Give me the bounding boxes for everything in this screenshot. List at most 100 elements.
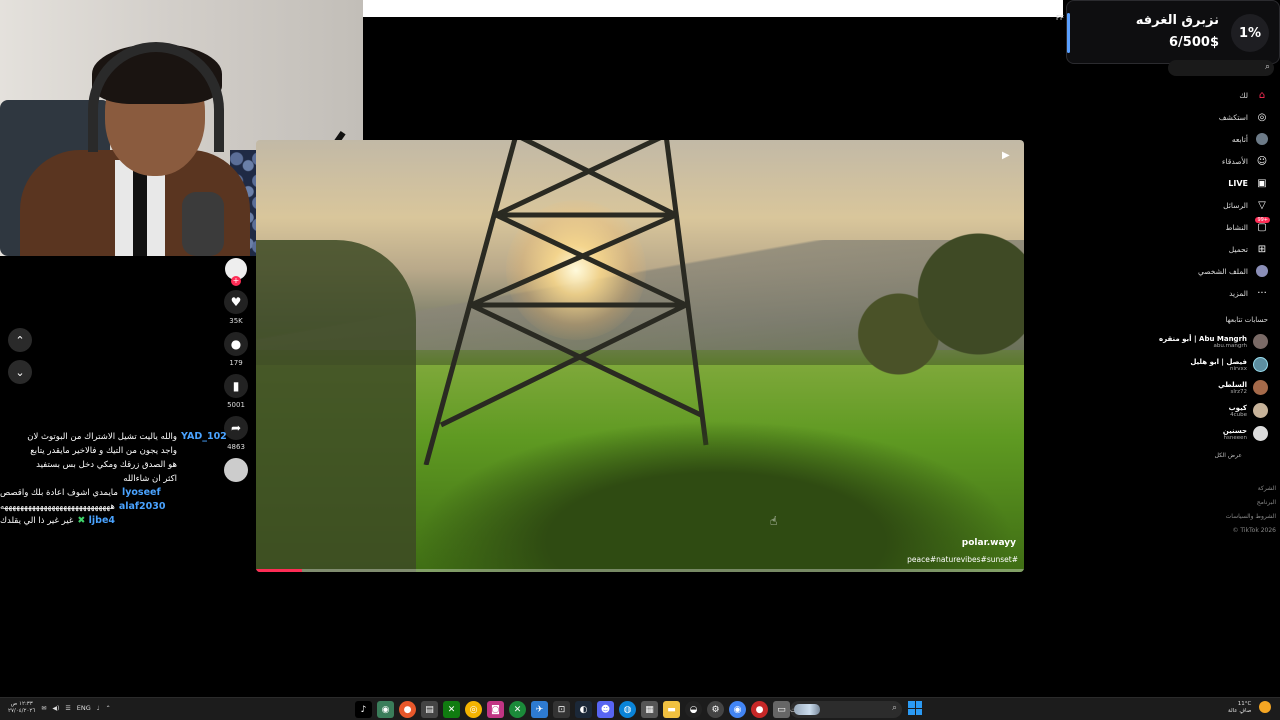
account-name: كيوب: [1228, 403, 1247, 412]
chevron-down-icon: ⌄: [15, 365, 25, 379]
instagram-app-icon[interactable]: ◙: [487, 701, 504, 718]
account-name: حسنين: [1222, 426, 1247, 435]
edge-app-icon[interactable]: ◍: [619, 701, 636, 718]
chrome-alt-app-icon[interactable]: ◉: [377, 701, 394, 718]
video-bushes: [416, 420, 1016, 572]
sidebar-item-upload[interactable]: تحميل ⊞: [1148, 238, 1268, 260]
comment-icon[interactable]: ●: [224, 332, 248, 356]
search-icon: ⌕: [891, 703, 897, 713]
language-indicator[interactable]: ENG: [77, 704, 91, 712]
chat-line: اكثر ان شاءالله: [123, 474, 177, 484]
recorder-app-icon[interactable]: ●: [751, 701, 768, 718]
sidebar-item-profile[interactable]: الملف الشخصي: [1148, 260, 1268, 282]
chat-text: مايمدي اشوف اعادة بلك واقصص: [0, 488, 118, 498]
wifi-icon[interactable]: ☰: [65, 705, 70, 712]
footer-link[interactable]: البرنامج: [1226, 496, 1276, 510]
footer-link[interactable]: الشركة: [1226, 482, 1276, 496]
see-all-link[interactable]: عرض الكل: [1215, 452, 1242, 459]
like-action[interactable]: ♥ 35K: [222, 290, 250, 326]
chevron-up-icon: ⌃: [15, 333, 25, 347]
friends-icon: ☺: [1256, 155, 1268, 167]
sidebar-item-activity[interactable]: النشاط ▢ 99+: [1148, 216, 1270, 238]
next-video-button[interactable]: ⌄: [8, 360, 32, 384]
settings-app-icon[interactable]: ⚙: [707, 701, 724, 718]
account-handle: hsneeen: [1223, 434, 1247, 441]
following-account[interactable]: حسنين hsneeen: [1128, 422, 1268, 445]
github-app-icon[interactable]: ◒: [685, 701, 702, 718]
sidebar-item-label: لك: [1239, 90, 1248, 100]
sidebar-item-friends[interactable]: الأصدقاء ☺: [1148, 150, 1268, 172]
chrome-app-icon[interactable]: ◎: [465, 701, 482, 718]
video-player[interactable]: ▶ polar.wayy peace#naturevibes#sunset#: [256, 140, 1024, 572]
ff-label: FF: [1056, 14, 1065, 22]
notification-icon[interactable]: ✉: [41, 705, 46, 712]
video-progress-bar[interactable]: [256, 569, 1024, 572]
footer-link[interactable]: الشروط والسياسات: [1226, 510, 1276, 524]
steam-app-icon[interactable]: ◐: [575, 701, 592, 718]
volume-icon[interactable]: ◀): [52, 705, 59, 712]
sidebar-item-label: استكشف: [1218, 112, 1248, 122]
video-hashtags[interactable]: peace#naturevibes#sunset#: [907, 555, 1018, 564]
compass-icon: ◎: [1257, 111, 1267, 123]
chrome-profile-app-icon[interactable]: ◉: [729, 701, 746, 718]
live-icon: ▣: [1257, 177, 1267, 189]
xbox-app-icon[interactable]: ✕: [443, 701, 460, 718]
windows-start-button[interactable]: [908, 701, 922, 715]
taskbar-search-input[interactable]: بحث⌕: [790, 701, 902, 718]
chat-message: lyoseef مايمدي اشوف اعادة بلك واقصص: [0, 486, 230, 500]
sidebar-item-explore[interactable]: استكشف ◎: [1148, 106, 1268, 128]
webcam-microphone: [182, 192, 224, 256]
account-name: السلطي: [1218, 380, 1247, 389]
mail-app-icon[interactable]: ✈: [531, 701, 548, 718]
weather-widget[interactable]: 11°C صافٍ عالة: [1228, 701, 1271, 715]
speaker-icon[interactable]: ▶: [1002, 150, 1014, 162]
sidebar-item-label: النشاط: [1225, 222, 1248, 232]
comment-action[interactable]: ● 179: [222, 332, 250, 368]
following-account[interactable]: Abu Mangrh | أبو منقره abu.mangrh: [1128, 330, 1268, 353]
clock[interactable]: ١٢:٣٣ ص ٢٧/٠٤/٢٠٢٦: [8, 701, 35, 715]
account-handle: nirvxx: [1229, 365, 1247, 372]
calculator-app-icon[interactable]: ▦: [641, 701, 658, 718]
account-avatar: [1253, 403, 1268, 418]
heart-icon[interactable]: ♥: [224, 290, 248, 314]
footer-copyright: TikTok 2026 ©: [1232, 527, 1276, 534]
following-account[interactable]: كيوب 4cube: [1128, 399, 1268, 422]
search-icon[interactable]: ⌕: [1265, 62, 1270, 72]
search-highlight-image: [794, 704, 820, 715]
previous-video-button[interactable]: ⌃: [8, 328, 32, 352]
save-count: 5001: [227, 401, 245, 409]
xbox-game-icon[interactable]: ✕: [509, 701, 526, 718]
firefox-app-icon[interactable]: ●: [399, 701, 416, 718]
sidebar-item-live[interactable]: LIVE ▣: [1148, 172, 1268, 194]
microphone-icon[interactable]: ♩: [97, 705, 100, 712]
like-count: 35K: [229, 317, 243, 325]
send-icon: ▽: [1258, 199, 1266, 211]
avatar-icon: [1256, 133, 1268, 145]
folder-app-icon[interactable]: ▬: [663, 701, 680, 718]
bookmark-icon[interactable]: ▮: [224, 374, 248, 398]
tiktok-app-icon[interactable]: ♪: [355, 701, 372, 718]
sidebar-item-following[interactable]: أتابعه: [1148, 128, 1268, 150]
discord-app-icon[interactable]: ☻: [597, 701, 614, 718]
sidebar-item-more[interactable]: المزيد ···: [1148, 282, 1268, 304]
video-author[interactable]: polar.wayy: [962, 538, 1016, 548]
sidebar-item-for-you[interactable]: لك ⌂: [1148, 84, 1268, 106]
following-account[interactable]: فيصل | ابو هليل nirvxx: [1128, 353, 1268, 376]
terminal-app-icon[interactable]: ▤: [421, 701, 438, 718]
save-action[interactable]: ▮ 5001: [222, 374, 250, 410]
tiktok-search-input[interactable]: ⌕: [1168, 60, 1274, 76]
following-account[interactable]: السلطي slrz72: [1128, 376, 1268, 399]
chevron-up-icon[interactable]: ⌃: [106, 705, 111, 712]
account-handle: slrz72: [1230, 388, 1247, 395]
file-explorer-app-icon[interactable]: ▭: [773, 701, 790, 718]
creator-avatar[interactable]: +: [225, 258, 247, 286]
taskbar-apps: ♪ ◉ ● ▤ ✕ ◎ ◙ ✕ ✈ ⊡ ◐ ☻ ◍ ▦ ▬ ◒ ⚙ ◉ ● ▭: [355, 701, 790, 718]
follow-plus-icon[interactable]: +: [231, 276, 241, 286]
tiktok-sidebar-nav: لك ⌂ استكشف ◎ أتابعه الأصدقاء ☺ LIVE ▣ الرسا…: [1148, 84, 1270, 304]
chat-message: ✖ ljbe4 غير غير ذا الي يقلدك: [0, 514, 230, 528]
obs-app-icon[interactable]: ⊡: [553, 701, 570, 718]
chat-line: هو الصدق زرقك ومكي دخل بس بستفيد: [36, 460, 177, 470]
sidebar-item-messages[interactable]: الرسائل ▽: [1148, 194, 1268, 216]
donation-accent-bar: [1067, 13, 1070, 53]
more-icon: ···: [1257, 287, 1267, 299]
